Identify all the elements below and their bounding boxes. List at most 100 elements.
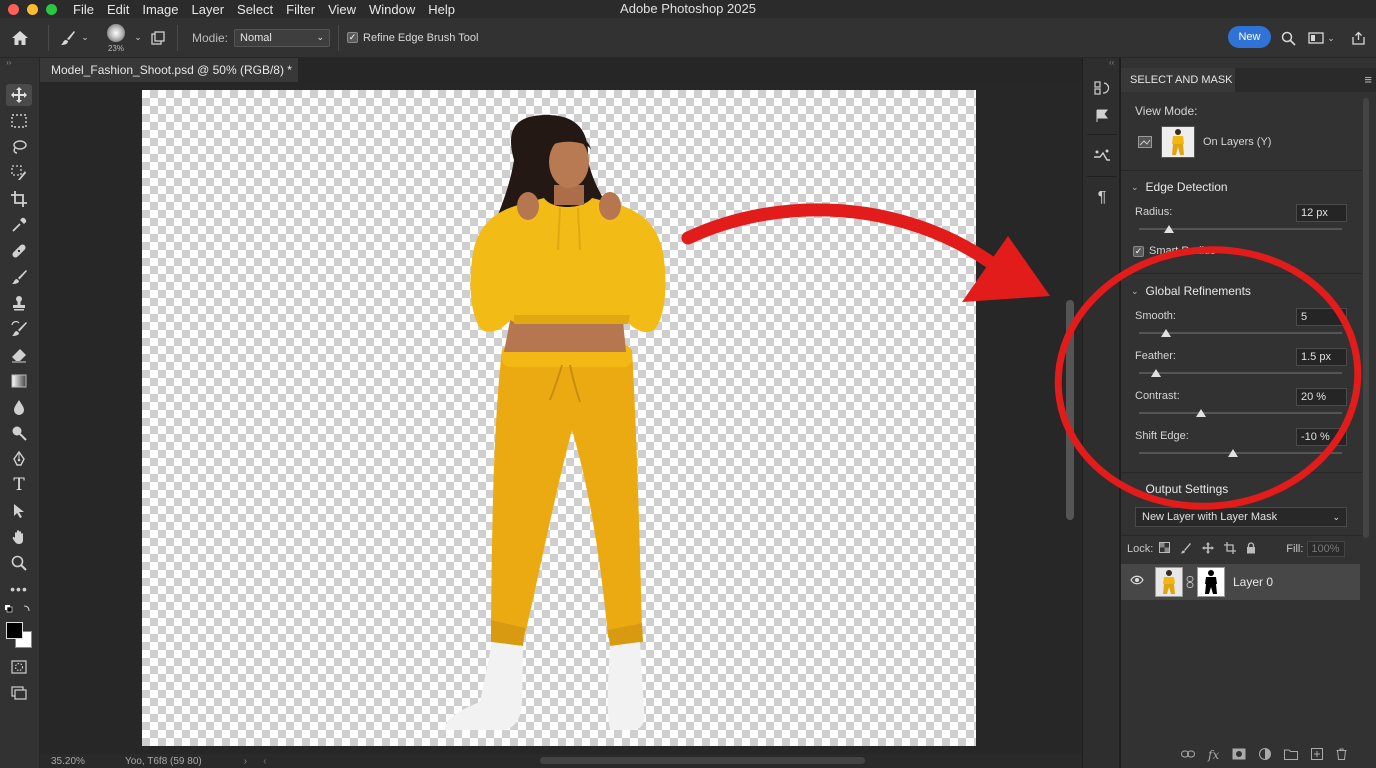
fill-input[interactable]: 100% — [1307, 541, 1346, 557]
type-tool-icon[interactable]: T — [6, 474, 32, 496]
canvas-vertical-scrollbar[interactable] — [1066, 300, 1074, 520]
foreground-background-colors[interactable] — [6, 622, 34, 650]
menu-help[interactable]: Help — [428, 2, 455, 17]
menu-layer[interactable]: Layer — [192, 2, 225, 17]
layer-row[interactable]: Layer 0 — [1121, 564, 1360, 600]
lock-artboard-icon[interactable] — [1224, 541, 1237, 557]
chevron-down-icon[interactable]: ⌄ — [79, 32, 91, 43]
marquee-tool-icon[interactable] — [6, 110, 32, 132]
blur-tool-icon[interactable] — [6, 396, 32, 418]
smooth-slider-thumb[interactable] — [1161, 329, 1171, 337]
mode-select[interactable]: Nomal ⌄ — [234, 28, 331, 47]
smart-radius-row[interactable]: ✓ Smart Radius — [1133, 245, 1216, 257]
feather-slider-thumb[interactable] — [1151, 369, 1161, 377]
swap-colors-icon[interactable] — [4, 604, 34, 616]
feather-input[interactable]: 1.5 px — [1296, 348, 1347, 366]
history-panel-icon[interactable] — [1091, 78, 1113, 98]
canvas-horizontal-scrollbar[interactable] — [540, 757, 865, 764]
shift-edge-input[interactable]: -10 % — [1296, 428, 1347, 446]
healing-brush-tool-icon[interactable] — [6, 240, 32, 262]
minimize-window-button[interactable] — [27, 3, 38, 15]
view-mode-small-icon[interactable] — [1138, 136, 1152, 151]
view-mode-value[interactable]: On Layers (Y) — [1203, 136, 1271, 148]
trash-icon[interactable] — [1336, 748, 1347, 764]
menu-image[interactable]: Image — [142, 2, 178, 17]
zoom-level[interactable]: 35.20% — [51, 756, 101, 767]
layer-name[interactable]: Layer 0 — [1233, 575, 1273, 589]
edge-detection-header[interactable]: ⌄ Edge Detection — [1131, 180, 1228, 194]
pen-tool-icon[interactable] — [6, 448, 32, 470]
radius-slider[interactable] — [1139, 225, 1342, 233]
history-brush-tool-icon[interactable] — [6, 318, 32, 340]
crop-tool-icon[interactable] — [6, 188, 32, 210]
paragraph-panel-icon[interactable]: ¶ — [1091, 188, 1113, 208]
lock-position-icon[interactable] — [1202, 541, 1215, 557]
panel-tab-title[interactable]: SELECT AND MASK — [1121, 68, 1235, 92]
screen-mode-icon[interactable] — [6, 682, 32, 704]
foreground-color-swatch[interactable] — [6, 622, 23, 639]
link-layers-icon[interactable] — [1181, 748, 1195, 764]
collapse-chevron-icon[interactable]: ‹‹ — [1109, 58, 1114, 67]
eye-icon[interactable] — [1130, 574, 1144, 589]
eyedropper-tool-icon[interactable] — [6, 214, 32, 236]
adjustments-panel-icon[interactable] — [1091, 146, 1113, 166]
lock-image-icon[interactable] — [1180, 542, 1192, 557]
home-icon[interactable] — [0, 18, 40, 58]
brush-settings-icon[interactable] — [147, 27, 169, 49]
quick-selection-tool-icon[interactable] — [6, 162, 32, 184]
document-canvas[interactable] — [142, 90, 976, 746]
lasso-tool-icon[interactable] — [6, 136, 32, 158]
zoom-window-button[interactable] — [46, 3, 57, 15]
menu-filter[interactable]: Filter — [286, 2, 315, 17]
radius-slider-thumb[interactable] — [1164, 225, 1174, 233]
chevron-down-icon[interactable]: ⌄ — [133, 32, 143, 43]
contrast-slider[interactable] — [1139, 409, 1342, 417]
menu-select[interactable]: Select — [237, 2, 273, 17]
workspace-icon[interactable] — [1306, 28, 1326, 48]
fx-icon[interactable]: fx — [1208, 748, 1219, 764]
smooth-input[interactable]: 5 — [1296, 308, 1347, 326]
hand-tool-icon[interactable] — [6, 526, 32, 548]
panel-scrollbar[interactable] — [1363, 98, 1369, 538]
view-mode-thumbnail[interactable] — [1161, 126, 1195, 158]
smart-radius-checkbox[interactable]: ✓ — [1133, 245, 1144, 257]
lock-transparent-icon[interactable] — [1159, 542, 1171, 556]
menu-file[interactable]: File — [73, 2, 94, 17]
feather-slider[interactable] — [1139, 369, 1342, 377]
comments-panel-icon[interactable] — [1091, 106, 1113, 126]
move-tool-icon[interactable] — [6, 84, 32, 106]
brush-tool-icon[interactable] — [57, 26, 79, 50]
chain-link-icon[interactable] — [1186, 576, 1194, 591]
menu-edit[interactable]: Edit — [107, 2, 129, 17]
lock-all-icon[interactable] — [1246, 541, 1256, 557]
collapse-chevron-icon[interactable]: ›› — [6, 58, 11, 67]
brush-tool-icon[interactable] — [6, 266, 32, 288]
share-icon[interactable] — [1348, 28, 1368, 48]
chevron-down-icon[interactable]: ⌄ — [1326, 28, 1336, 48]
radius-input[interactable]: 12 px — [1296, 204, 1347, 222]
search-icon[interactable] — [1278, 28, 1298, 48]
contrast-slider-thumb[interactable] — [1196, 409, 1206, 417]
menu-window[interactable]: Window — [369, 2, 415, 17]
smooth-slider[interactable] — [1139, 329, 1342, 337]
stamp-tool-icon[interactable] — [6, 292, 32, 314]
shift-edge-slider[interactable] — [1139, 449, 1342, 457]
output-settings-header[interactable]: ⌄ Output Settings — [1131, 482, 1228, 496]
more-tools-icon[interactable]: ••• — [6, 578, 32, 600]
new-group-icon[interactable] — [1284, 748, 1299, 764]
close-window-button[interactable] — [8, 3, 19, 15]
path-selection-tool-icon[interactable] — [6, 500, 32, 522]
brush-preset-picker[interactable]: 23% — [99, 21, 133, 55]
scroll-left-icon[interactable]: ‹ — [263, 756, 266, 767]
refine-edge-checkbox[interactable]: ✓ — [347, 32, 359, 43]
layer-thumbnail[interactable] — [1155, 567, 1183, 597]
eraser-tool-icon[interactable] — [6, 344, 32, 366]
add-mask-icon[interactable] — [1232, 748, 1246, 764]
chevron-right-icon[interactable]: › — [244, 756, 247, 767]
adjustment-layer-icon[interactable] — [1259, 748, 1272, 764]
global-refinements-header[interactable]: ⌄ Global Refinements — [1131, 284, 1251, 298]
shift-edge-slider-thumb[interactable] — [1228, 449, 1238, 457]
zoom-tool-icon[interactable] — [6, 552, 32, 574]
menu-view[interactable]: View — [328, 2, 356, 17]
document-tab[interactable]: Model_Fashion_Shoot.psd @ 50% (RGB/8) * — [40, 58, 298, 82]
